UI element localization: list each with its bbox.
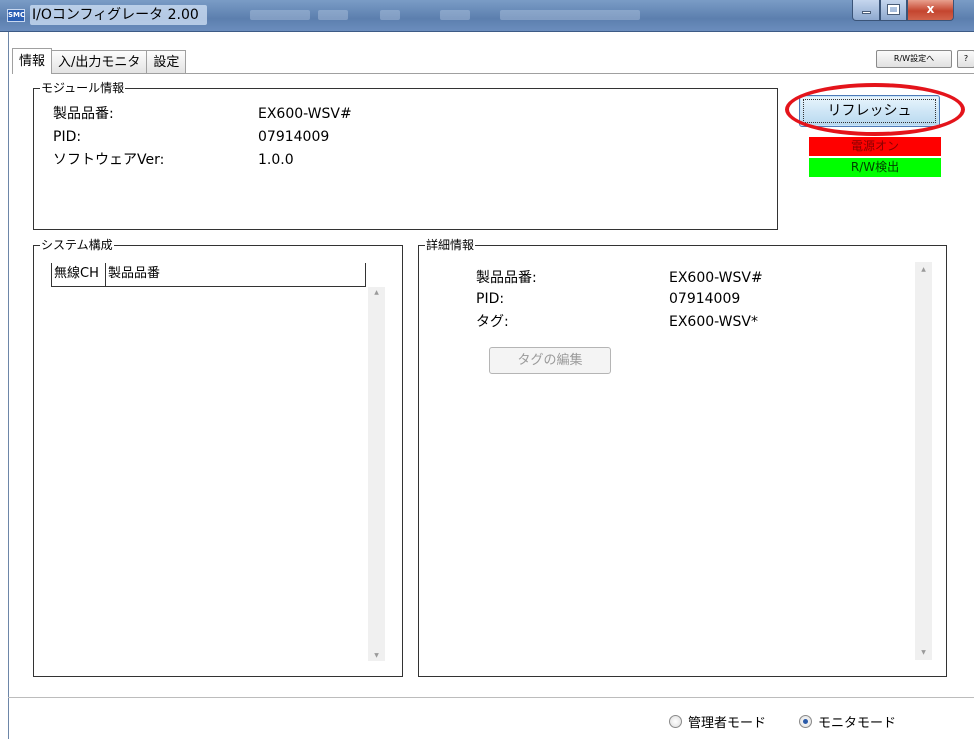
column-header-wireless-ch[interactable]: 無線CH <box>51 263 105 286</box>
help-button[interactable]: ? <box>957 50 974 68</box>
power-status-indicator: 電源オン <box>809 137 941 156</box>
refresh-button[interactable]: リフレッシュ <box>799 95 940 127</box>
details-title: 詳細情報 <box>425 237 476 253</box>
details-product-label: 製品品番: <box>476 270 537 286</box>
radio-checked-icon[interactable] <box>799 715 812 728</box>
rw-settings-button[interactable]: R/W設定へ <box>876 50 952 68</box>
status-bar-divider <box>8 697 974 698</box>
radio-unchecked-icon[interactable] <box>669 715 682 728</box>
rw-status-indicator: R/W検出 <box>809 158 941 177</box>
system-config-list-header: 無線CH 製品品番 <box>51 263 366 287</box>
scroll-down-arrow-icon[interactable]: ▼ <box>368 652 385 659</box>
title-bar-background <box>380 10 400 20</box>
monitor-mode-radio[interactable]: モニタモード <box>799 712 896 731</box>
details-group: 詳細情報 <box>418 237 947 677</box>
module-info-title: モジュール情報 <box>40 80 126 96</box>
system-config-group: システム構成 <box>33 237 403 677</box>
title-bar-background <box>440 10 470 20</box>
system-config-scrollbar[interactable]: ▲ ▼ <box>368 287 385 661</box>
details-tag-value: EX600-WSV* <box>669 314 758 330</box>
system-config-title: システム構成 <box>40 237 114 253</box>
maximize-button[interactable] <box>880 0 907 21</box>
admin-mode-label: 管理者モード <box>688 716 767 731</box>
tab-settings[interactable]: 設定 <box>146 50 187 74</box>
minimize-button[interactable] <box>852 0 880 21</box>
tab-io-monitor[interactable]: 入/出力モニタ <box>51 50 148 74</box>
module-product-value: EX600-WSV# <box>258 106 352 122</box>
scroll-up-arrow-icon[interactable]: ▲ <box>915 266 932 273</box>
column-header-product[interactable]: 製品品番 <box>105 263 365 286</box>
title-bar-background <box>500 10 640 20</box>
scroll-up-arrow-icon[interactable]: ▲ <box>368 289 385 296</box>
module-software-label: ソフトウェアVer: <box>53 152 165 168</box>
details-scrollbar[interactable]: ▲ ▼ <box>915 262 932 660</box>
module-product-label: 製品品番: <box>53 106 114 122</box>
scroll-down-arrow-icon[interactable]: ▼ <box>915 649 932 656</box>
title-bar[interactable]: SMC I/Oコンフィグレータ 2.00 x <box>0 0 974 32</box>
details-pid-value: 07914009 <box>669 291 741 307</box>
module-software-value: 1.0.0 <box>258 152 294 168</box>
title-bar-background <box>318 10 348 20</box>
app-icon: SMC <box>7 9 25 22</box>
details-product-value: EX600-WSV# <box>669 270 763 286</box>
tab-bar: 情報 入/出力モニタ 設定 <box>12 48 187 74</box>
maximize-icon <box>887 4 900 15</box>
close-icon: x <box>926 2 935 16</box>
module-pid-label: PID: <box>53 129 82 145</box>
window-title: I/Oコンフィグレータ 2.00 <box>30 5 207 25</box>
tab-divider <box>12 73 974 74</box>
admin-mode-radio[interactable]: 管理者モード <box>669 712 766 731</box>
tab-info[interactable]: 情報 <box>12 48 53 74</box>
minimize-icon <box>861 11 871 14</box>
details-tag-label: タグ: <box>476 314 509 330</box>
title-bar-background <box>250 10 310 20</box>
edit-tag-button[interactable]: タグの編集 <box>489 347 611 374</box>
close-button[interactable]: x <box>907 0 954 21</box>
module-pid-value: 07914009 <box>258 129 330 145</box>
details-pid-label: PID: <box>476 291 505 307</box>
monitor-mode-label: モニタモード <box>818 716 897 731</box>
